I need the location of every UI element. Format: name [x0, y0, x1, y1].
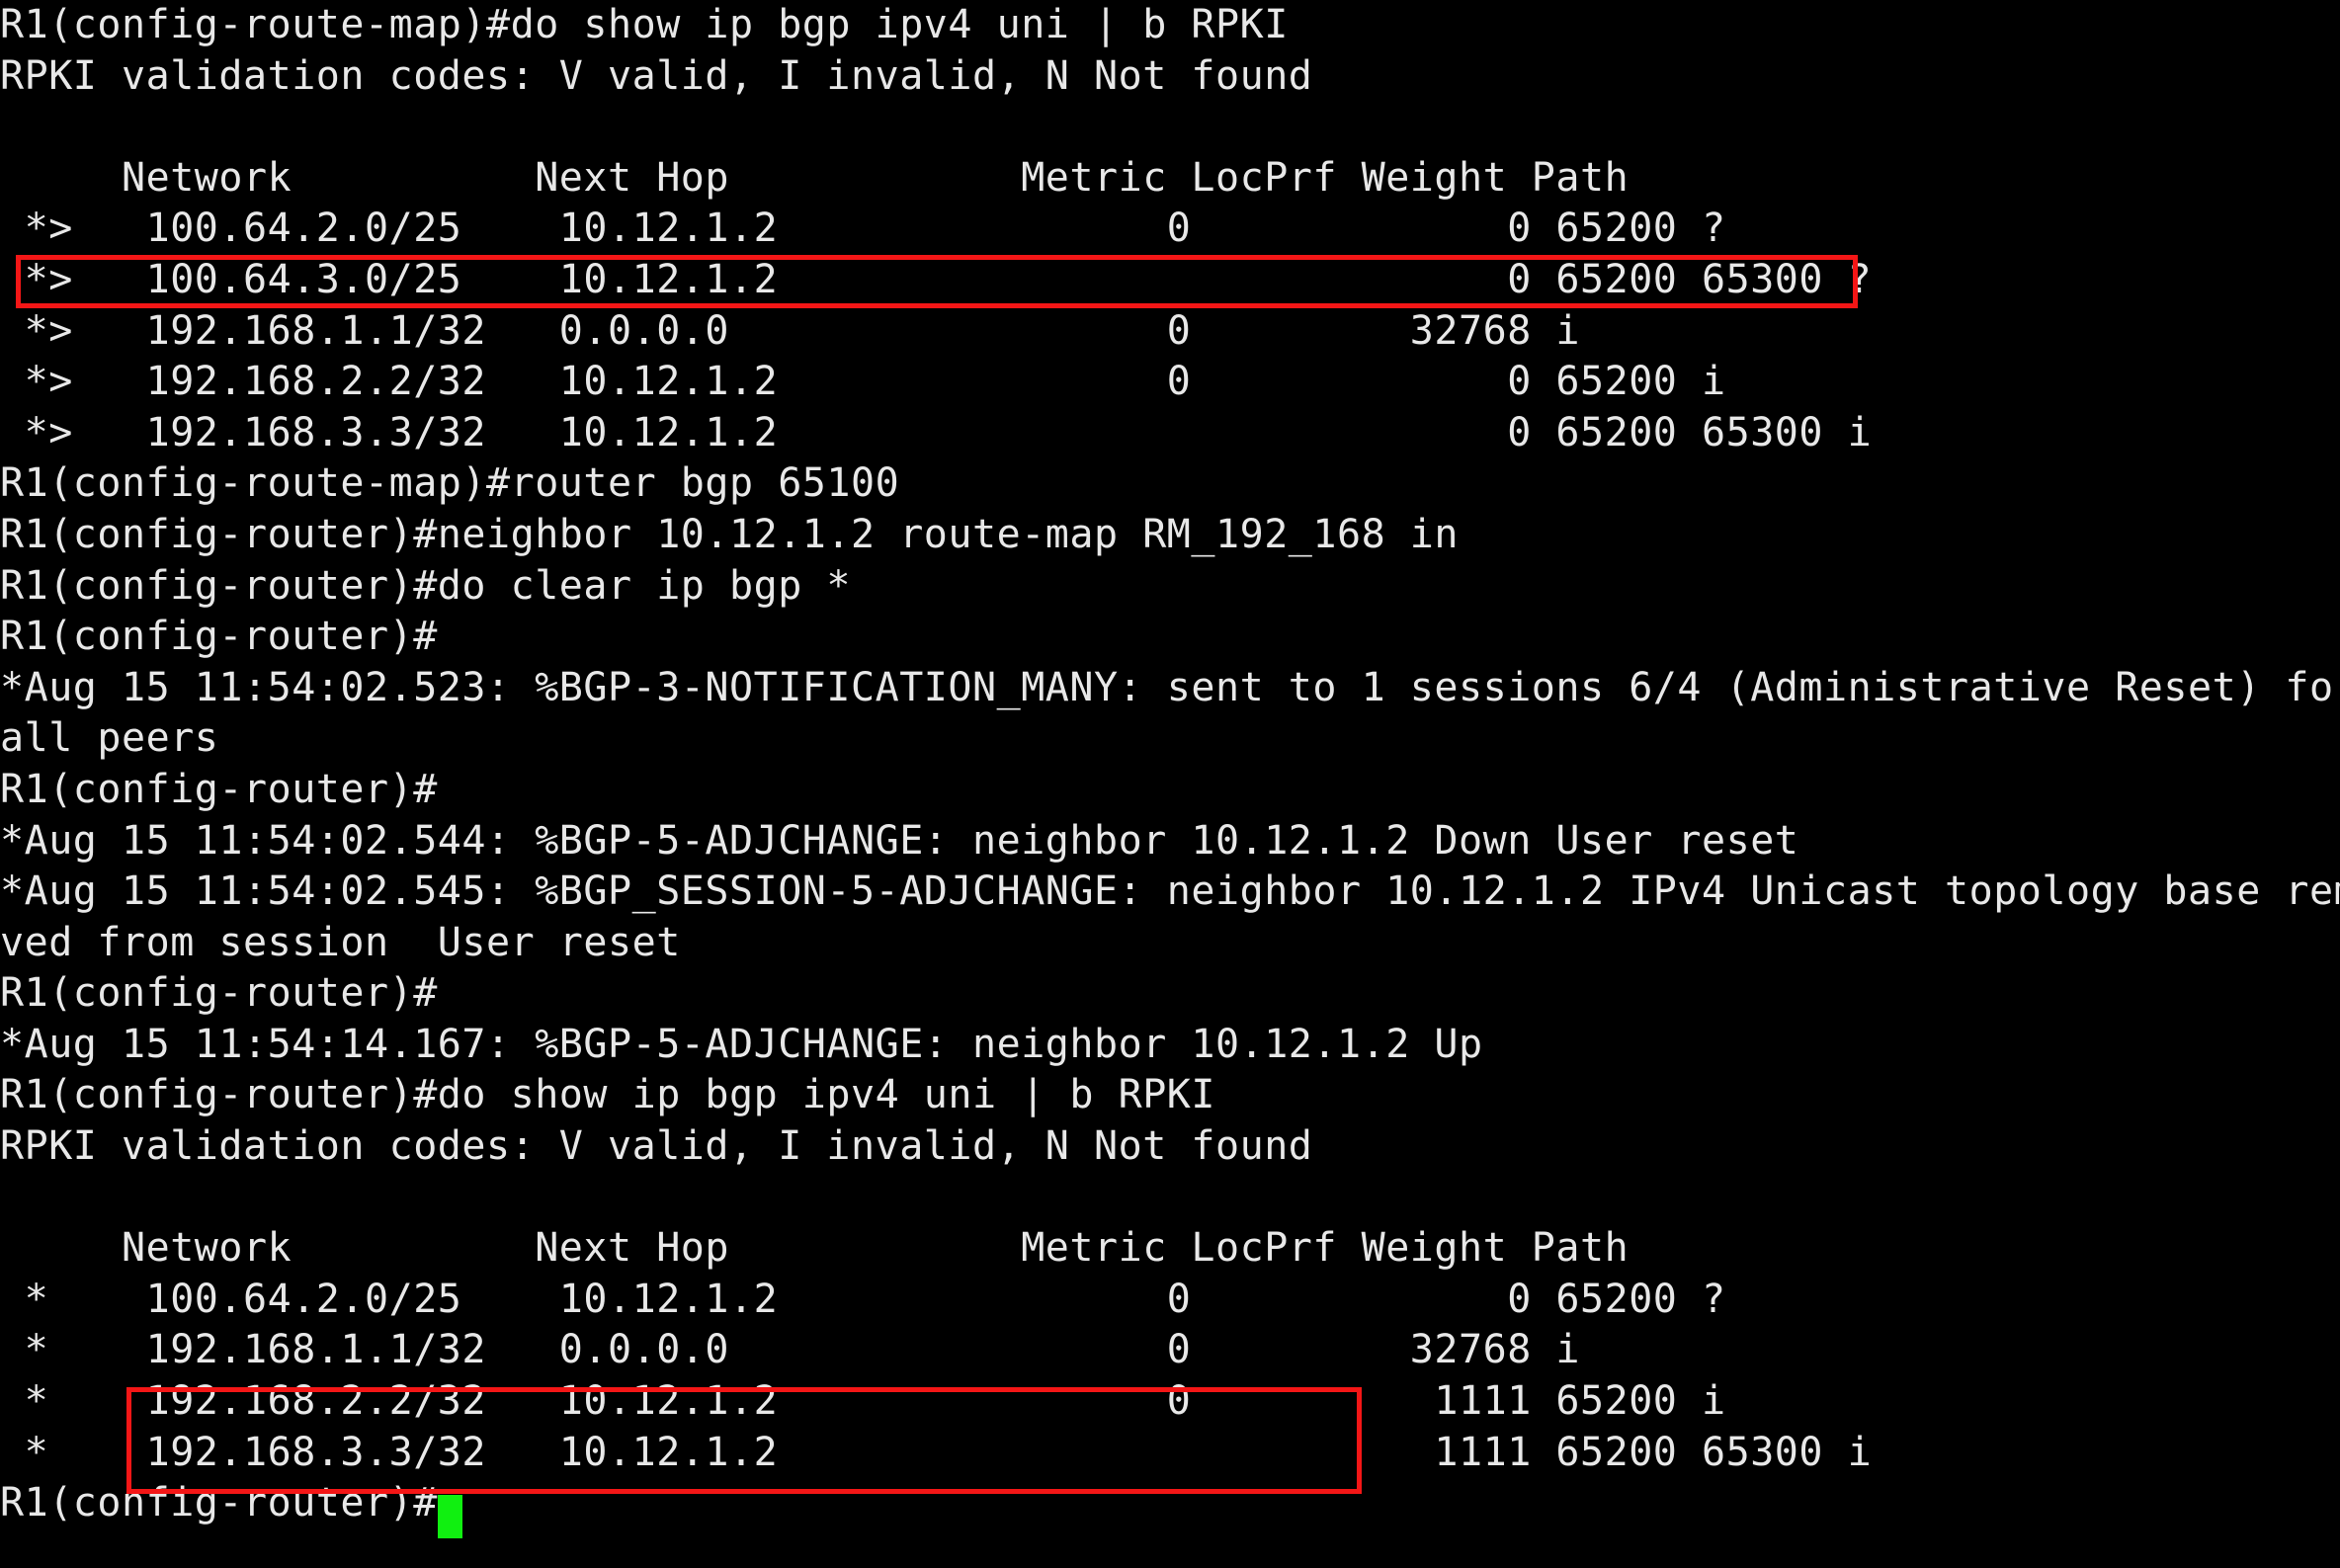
terminal-line: R1(config-route-map)#do show ip bgp ipv4… — [0, 2, 1289, 47]
text-cursor — [438, 1495, 462, 1538]
terminal-line: *> 100.64.3.0/25 10.12.1.2 0 65200 65300… — [0, 256, 1873, 302]
terminal-window[interactable]: R1(config-route-map)#do show ip bgp ipv4… — [0, 0, 2340, 1568]
terminal-line: R1(config-router)# — [0, 970, 438, 1017]
terminal-line: ved from session User reset — [0, 919, 681, 965]
terminal-line: *> 100.64.2.0/25 10.12.1.2 0 0 65200 ? — [0, 206, 1726, 252]
terminal-line: R1(config-route-map)#router bgp 65100 — [0, 460, 900, 507]
terminal-line: R1(config-router)#do clear ip bgp * — [0, 562, 852, 609]
terminal-line: *Aug 15 11:54:02.544: %BGP-5-ADJCHANGE: … — [0, 817, 1799, 864]
terminal-line: R1(config-router)#do show ip bgp ipv4 un… — [0, 1072, 1216, 1118]
terminal-line: * 192.168.1.1/32 0.0.0.0 0 32768 i — [0, 1327, 1581, 1373]
terminal-line: all peers — [0, 715, 219, 762]
terminal-line: * 192.168.3.3/32 10.12.1.2 1111 65200 65… — [0, 1429, 1873, 1475]
terminal-line: *Aug 15 11:54:14.167: %BGP-5-ADJCHANGE: … — [0, 1021, 1483, 1067]
terminal-line: R1(config-router)# — [0, 614, 438, 660]
terminal-line: RPKI validation codes: V valid, I invali… — [0, 52, 1313, 99]
terminal-line: *Aug 15 11:54:02.545: %BGP_SESSION-5-ADJ… — [0, 868, 2340, 915]
terminal-line: R1(config-router)# — [0, 766, 438, 812]
terminal-line: RPKI validation codes: V valid, I invali… — [0, 1123, 1313, 1170]
terminal-line: Network Next Hop Metric LocPrf Weight Pa… — [0, 1225, 1630, 1272]
terminal-line: * 192.168.2.2/32 10.12.1.2 0 1111 65200 … — [0, 1378, 1726, 1425]
terminal-line: R1(config-router)#neighbor 10.12.1.2 rou… — [0, 511, 1460, 557]
terminal-line: *> 192.168.3.3/32 10.12.1.2 0 65200 6530… — [0, 409, 1873, 455]
terminal-line: *Aug 15 11:54:02.523: %BGP-3-NOTIFICATIO… — [0, 664, 2340, 710]
terminal-line: *> 192.168.2.2/32 10.12.1.2 0 0 65200 i — [0, 359, 1726, 405]
terminal-line: * 100.64.2.0/25 10.12.1.2 0 0 65200 ? — [0, 1276, 1726, 1322]
terminal-line: *> 192.168.1.1/32 0.0.0.0 0 32768 i — [0, 307, 1581, 354]
terminal-line: R1(config-router)# — [0, 1480, 438, 1527]
terminal-line: Network Next Hop Metric LocPrf Weight Pa… — [0, 154, 1630, 201]
terminal-screen-text: R1(config-route-map)#do show ip bgp ipv4… — [0, 0, 2340, 1529]
